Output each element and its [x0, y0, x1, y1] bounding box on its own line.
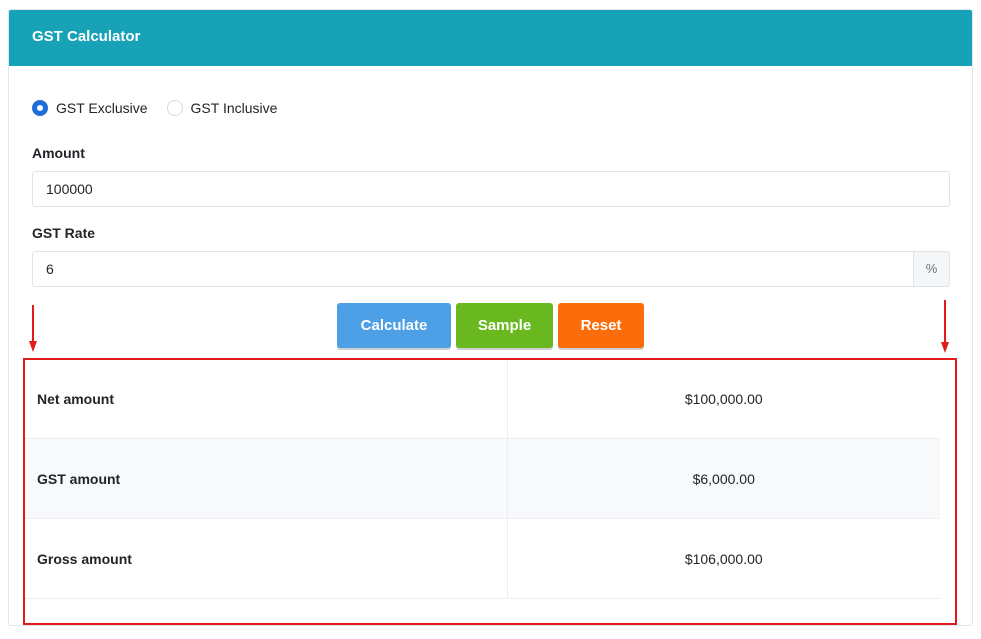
sample-button[interactable]: Sample — [456, 303, 553, 348]
gst-exclusive-option[interactable]: GST Exclusive — [32, 100, 148, 116]
gst-rate-label: GST Rate — [32, 225, 96, 241]
card-header: GST Calculator — [9, 10, 972, 66]
gross-amount-value: $106,000.00 — [507, 518, 940, 599]
gst-rate-input[interactable]: 6 — [32, 251, 913, 287]
annotation-arrow-left-icon — [29, 305, 38, 352]
gst-inclusive-label: GST Inclusive — [190, 100, 278, 116]
reset-button[interactable]: Reset — [558, 303, 644, 348]
gst-amount-label: GST amount — [24, 438, 508, 519]
net-amount-value: $100,000.00 — [507, 358, 940, 439]
amount-input[interactable]: 100000 — [32, 171, 950, 207]
table-row: Net amount $100,000.00 — [24, 358, 940, 439]
gross-amount-label: Gross amount — [24, 518, 508, 599]
amount-label: Amount — [32, 145, 85, 161]
gst-exclusive-label: GST Exclusive — [56, 100, 148, 116]
percent-addon: % — [913, 251, 950, 287]
action-buttons: Calculate Sample Reset — [337, 303, 649, 348]
gst-rate-input-group: 6 % — [32, 251, 950, 287]
annotation-arrow-right-icon — [941, 300, 950, 353]
gst-inclusive-option[interactable]: GST Inclusive — [166, 100, 278, 116]
net-amount-label: Net amount — [24, 358, 508, 439]
card-title: GST Calculator — [32, 28, 141, 45]
gst-amount-value: $6,000.00 — [507, 438, 940, 519]
gst-exclusive-radio[interactable] — [32, 100, 48, 116]
gst-mode-radio-group: GST Exclusive GST Inclusive — [32, 98, 296, 118]
gst-inclusive-radio[interactable] — [166, 100, 183, 116]
calculate-button[interactable]: Calculate — [337, 303, 451, 348]
table-row: Gross amount $106,000.00 — [24, 518, 940, 599]
results-table: Net amount $100,000.00 GST amount $6,000… — [24, 358, 940, 599]
table-row: GST amount $6,000.00 — [24, 438, 940, 519]
